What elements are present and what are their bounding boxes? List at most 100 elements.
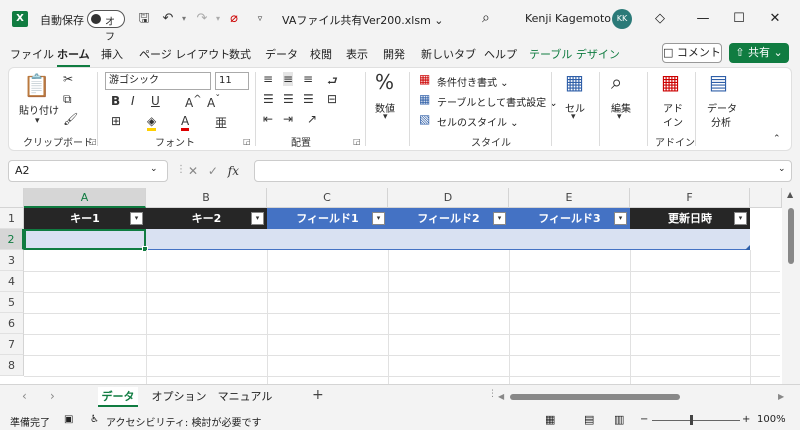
formula-input[interactable] xyxy=(254,160,792,182)
orientation-icon[interactable]: ↗ xyxy=(307,112,317,126)
search-icon[interactable]: ⌕ xyxy=(482,10,490,26)
table-header-cell[interactable]: フィールド3 ▾ xyxy=(509,208,630,229)
row-header-3[interactable]: 3 xyxy=(0,250,24,271)
page-break-view-icon[interactable]: ▥ xyxy=(614,413,624,426)
name-box[interactable]: A2 xyxy=(8,160,168,182)
macro-record-icon[interactable]: ▣ xyxy=(64,414,73,425)
zoom-slider-thumb[interactable] xyxy=(690,415,693,425)
filter-dropdown-icon[interactable]: ▾ xyxy=(130,212,143,225)
fill-color-icon[interactable]: ◈ xyxy=(147,114,157,131)
font-size-select[interactable]: 11 xyxy=(215,72,249,90)
customize-qat-icon[interactable]: ▿ xyxy=(252,11,268,27)
align-top-icon[interactable]: ≡ xyxy=(263,72,273,86)
paste-label[interactable]: 貼り付け xyxy=(19,102,59,117)
avatar[interactable]: KK xyxy=(612,9,632,29)
redo-icon[interactable]: ↷ xyxy=(194,11,210,27)
save-icon[interactable]: 🖫 xyxy=(136,11,152,27)
analyze-button-line2[interactable]: 分析 xyxy=(711,114,731,129)
normal-view-icon[interactable]: ▦ xyxy=(545,413,555,426)
paste-dropdown-icon[interactable]: ▾ xyxy=(35,116,40,126)
decrease-indent-icon[interactable]: ⇤ xyxy=(263,112,273,126)
analyze-data-icon[interactable]: ▤ xyxy=(709,70,728,94)
format-painter-icon[interactable]: 🖌 xyxy=(63,112,78,126)
horizontal-scroll-thumb[interactable] xyxy=(510,394,680,400)
diamond-icon[interactable]: ◇ xyxy=(650,9,670,29)
share-button[interactable]: ⇧ 共有 ⌄ xyxy=(729,43,789,63)
format-table-icon[interactable]: ▦ xyxy=(419,92,430,106)
italic-icon[interactable]: I xyxy=(131,94,135,108)
scroll-left-icon[interactable]: ◀ xyxy=(498,392,504,401)
merge-center-icon[interactable]: ⊟ xyxy=(327,92,337,106)
align-right-icon[interactable]: ☰ xyxy=(303,92,314,106)
align-left-icon[interactable]: ☰ xyxy=(263,92,274,106)
filter-dropdown-icon[interactable]: ▾ xyxy=(614,212,627,225)
name-box-dropdown-icon[interactable]: ⌄ xyxy=(150,164,158,174)
maximize-icon[interactable]: ☐ xyxy=(729,9,749,29)
tab-developer[interactable]: 開発 xyxy=(383,46,405,62)
user-name[interactable]: Kenji Kagemoto xyxy=(525,12,611,25)
shrink-font-icon[interactable]: Aˇ xyxy=(207,94,220,110)
vertical-scrollbar[interactable]: ▲ xyxy=(782,188,800,384)
cells-icon[interactable]: ▦ xyxy=(565,70,584,94)
align-bottom-icon[interactable]: ≡ xyxy=(303,72,313,86)
enter-icon[interactable]: ✓ xyxy=(208,164,218,178)
row-header-4[interactable]: 4 xyxy=(0,271,24,292)
grow-font-icon[interactable]: A^ xyxy=(185,94,202,110)
row-header-6[interactable]: 6 xyxy=(0,313,24,334)
increase-indent-icon[interactable]: ⇥ xyxy=(283,112,293,126)
worksheet-grid[interactable]: A B C D E F 1 2 3 4 5 6 7 8 キー1 ▾ キー2 ▾ … xyxy=(0,188,800,384)
zoom-out-icon[interactable]: − xyxy=(640,414,648,425)
prev-sheet-icon[interactable]: ‹ xyxy=(22,389,27,403)
phonetic-icon[interactable]: 亜 xyxy=(215,114,227,131)
alignment-launcher-icon[interactable]: ◲ xyxy=(353,137,361,146)
table-header-cell[interactable]: キー2 ▾ xyxy=(146,208,267,229)
column-header-f[interactable]: F xyxy=(630,188,750,208)
cut-icon[interactable]: ✂ xyxy=(63,72,73,86)
clear-format-icon[interactable]: ⌀ xyxy=(226,11,242,27)
row-header-8[interactable]: 8 xyxy=(0,355,24,376)
active-cell[interactable] xyxy=(24,229,148,252)
vertical-scroll-thumb[interactable] xyxy=(788,208,794,264)
editing-dropdown-icon[interactable]: ▾ xyxy=(617,112,622,122)
filter-dropdown-icon[interactable]: ▾ xyxy=(251,212,264,225)
sheet-tab-manual[interactable]: マニュアル xyxy=(216,387,274,407)
analyze-button-line1[interactable]: データ xyxy=(707,100,737,115)
column-header-d[interactable]: D xyxy=(388,188,509,208)
cell-styles-icon[interactable]: ▧ xyxy=(419,112,430,126)
column-header-c[interactable]: C xyxy=(267,188,388,208)
bold-icon[interactable]: B xyxy=(111,94,120,108)
select-all-corner[interactable] xyxy=(0,188,24,208)
borders-icon[interactable]: ⊞ xyxy=(111,114,121,128)
addins-button-line2[interactable]: イン xyxy=(663,114,683,129)
redo-dropdown-icon[interactable]: ▾ xyxy=(210,11,226,27)
filter-dropdown-icon[interactable]: ▾ xyxy=(493,212,506,225)
expand-formula-icon[interactable]: ⌄ xyxy=(778,164,786,174)
insert-function-icon[interactable]: fx xyxy=(228,164,239,178)
zoom-in-icon[interactable]: + xyxy=(742,414,750,425)
page-layout-view-icon[interactable]: ▤ xyxy=(584,413,594,426)
format-as-table-button[interactable]: テーブルとして書式設定 ⌄ xyxy=(437,94,558,109)
undo-dropdown-icon[interactable]: ▾ xyxy=(176,11,192,27)
horizontal-scrollbar[interactable] xyxy=(508,393,776,401)
tab-new[interactable]: 新しいタブ xyxy=(421,46,476,62)
scroll-up-icon[interactable]: ▲ xyxy=(787,190,793,199)
tab-formulas[interactable]: 数式 xyxy=(229,46,251,62)
cells-dropdown-icon[interactable]: ▾ xyxy=(571,112,576,122)
next-sheet-icon[interactable]: › xyxy=(50,389,55,403)
column-header-a[interactable]: A xyxy=(24,188,146,208)
find-icon[interactable]: ⌕ xyxy=(611,70,622,94)
column-header-e[interactable]: E xyxy=(509,188,630,208)
copy-icon[interactable]: ⧉ xyxy=(63,92,72,107)
row-header-7[interactable]: 7 xyxy=(0,334,24,355)
sheet-tab-options[interactable]: オプション xyxy=(148,387,210,407)
tab-file[interactable]: ファイル xyxy=(10,46,54,62)
paste-icon[interactable]: 📋 xyxy=(23,74,50,99)
row-header-5[interactable]: 5 xyxy=(0,292,24,313)
clipboard-launcher-icon[interactable]: ◲ xyxy=(89,137,97,146)
font-launcher-icon[interactable]: ◲ xyxy=(243,137,251,146)
fill-handle[interactable] xyxy=(142,246,148,252)
column-header-b[interactable]: B xyxy=(146,188,267,208)
cancel-icon[interactable]: ✕ xyxy=(188,164,198,178)
row-header-2[interactable]: 2 xyxy=(0,229,24,250)
tab-data[interactable]: データ xyxy=(265,46,298,62)
